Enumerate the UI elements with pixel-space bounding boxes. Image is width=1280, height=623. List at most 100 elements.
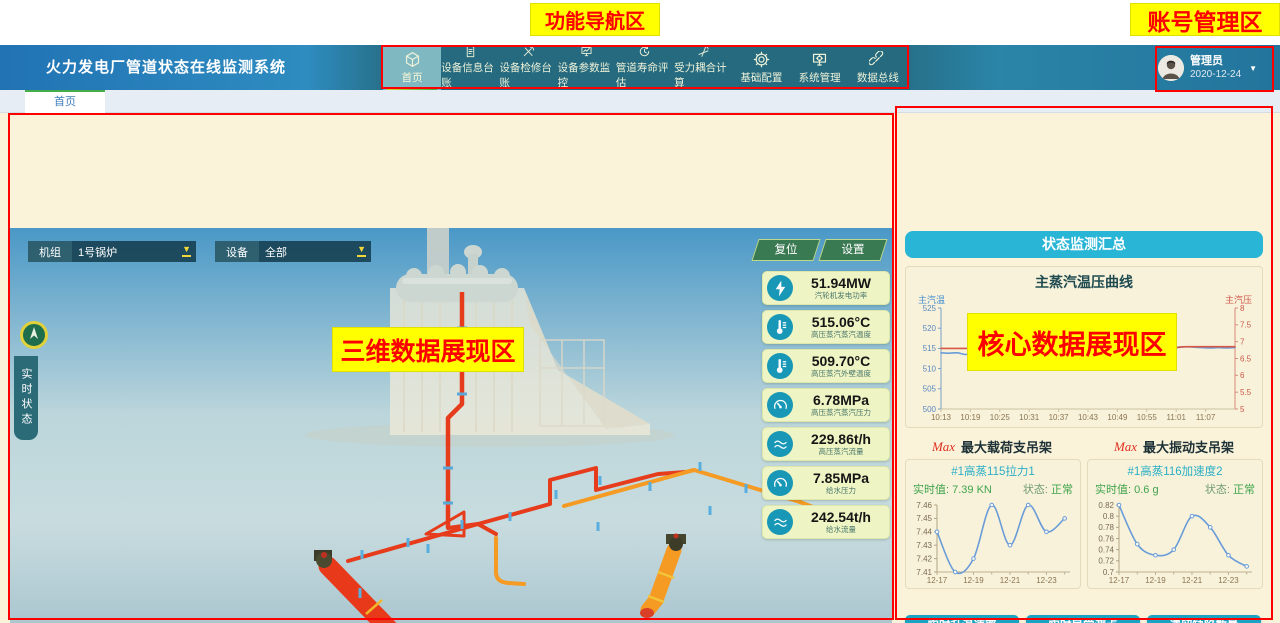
svg-text:10:19: 10:19 — [960, 413, 981, 422]
metric-card-steam-pressure[interactable]: 6.78MPa 高压蒸汽蒸汽压力 — [762, 388, 890, 422]
svg-text:7.5: 7.5 — [1240, 321, 1252, 330]
flow-icon — [767, 509, 793, 535]
nav-item-home[interactable]: 首页 — [383, 45, 441, 90]
svg-text:10:49: 10:49 — [1107, 413, 1128, 422]
svg-text:0.78: 0.78 — [1098, 523, 1114, 532]
chevron-down-icon: ▼ — [357, 244, 366, 257]
3d-viewport[interactable]: 机组 1号锅炉 ▼ 设备 全部 ▼ 实时状态 复位 设 — [10, 228, 892, 623]
svg-text:8: 8 — [1240, 304, 1245, 313]
metric-card-steam-temp[interactable]: 515.06°C 高压蒸汽蒸汽温度 — [762, 310, 890, 344]
hanger-card-title: #1高蒸115拉力1 — [906, 463, 1080, 479]
svg-text:6.5: 6.5 — [1240, 354, 1252, 363]
thermometer-icon — [767, 314, 793, 340]
stress-icon — [695, 45, 712, 58]
annotation-core-area: 核心数据展现区 — [967, 313, 1177, 371]
nav-item-label: 设备信息台账 — [441, 60, 499, 90]
metric-caption: 汽轮机发电功率 — [793, 292, 889, 300]
metric-caption: 高压蒸汽蒸汽温度 — [793, 331, 889, 339]
nav-item-databus[interactable]: 数据总线 — [849, 45, 907, 90]
main-nav: 首页 设备信息台账 设备检修台账 设备参数监控 管道寿命评估 受力耦合计算 基础… — [383, 45, 907, 90]
metric-card-steam-flow[interactable]: 229.86t/h 高压蒸汽流量 — [762, 427, 890, 461]
account-name: 管理员 — [1190, 55, 1241, 69]
gear-icon — [753, 51, 770, 68]
nav-item-label: 数据总线 — [857, 70, 899, 85]
svg-text:7.43: 7.43 — [916, 541, 932, 550]
metric-card-wall-temp[interactable]: 509.70°C 高压蒸汽外壁温度 — [762, 349, 890, 383]
ledger-icon — [462, 45, 479, 58]
svg-text:7.44: 7.44 — [916, 528, 932, 537]
tile-label: 实时升温速率 — [905, 615, 1019, 623]
nav-item-info[interactable]: 设备信息台账 — [441, 45, 499, 90]
lifespan-icon — [636, 45, 653, 58]
svg-text:12-17: 12-17 — [1109, 576, 1130, 584]
nav-item-label: 受力耦合计算 — [674, 60, 732, 90]
nav-item-repair[interactable]: 设备检修台账 — [499, 45, 557, 90]
realtime-status-tab[interactable]: 实时状态 — [14, 356, 38, 440]
svg-text:11:07: 11:07 — [1196, 413, 1216, 422]
device-label: 设备 — [215, 241, 259, 262]
metric-caption: 高压蒸汽流量 — [793, 448, 889, 456]
max-prefix: Max — [932, 439, 955, 455]
svg-text:10:37: 10:37 — [1049, 413, 1070, 422]
svg-text:0.72: 0.72 — [1098, 557, 1114, 566]
metric-card-water-flow[interactable]: 242.54t/h 给水流量 — [762, 505, 890, 539]
gauge-icon — [767, 392, 793, 418]
metric-caption: 给水压力 — [793, 487, 889, 495]
nav-item-label: 设备检修台账 — [499, 60, 557, 90]
svg-text:515: 515 — [923, 344, 937, 353]
account-date: 2020-12-24 — [1190, 69, 1241, 82]
metric-value: 51.94MW — [793, 276, 889, 291]
load-hanger-card: #1高蒸115拉力1 实时值: 7.39 KN 状态: 正常 7.417.427… — [905, 459, 1081, 589]
unit-dropdown[interactable]: 机组 1号锅炉 ▼ — [28, 241, 196, 262]
compass-icon[interactable] — [19, 320, 49, 350]
svg-text:10:31: 10:31 — [1019, 413, 1040, 422]
svg-text:520: 520 — [923, 324, 937, 333]
svg-text:12-19: 12-19 — [1145, 576, 1166, 584]
metric-value: 242.54t/h — [793, 510, 889, 525]
metric-card-power[interactable]: 51.94MW 汽轮机发电功率 — [762, 271, 890, 305]
svg-text:12-23: 12-23 — [1036, 576, 1057, 584]
tab-home[interactable]: 首页 — [25, 90, 105, 113]
unit-select[interactable]: 1号锅炉 ▼ — [72, 241, 196, 262]
device-select[interactable]: 全部 ▼ — [259, 241, 371, 262]
svg-text:505: 505 — [923, 385, 937, 394]
3d-pipeline-scene — [10, 228, 892, 623]
svg-text:7: 7 — [1240, 337, 1245, 346]
account-menu[interactable]: 管理员 2020-12-24 ▼ — [1158, 48, 1272, 88]
nav-item-config[interactable]: 基础配置 — [732, 45, 790, 90]
nav-item-system[interactable]: 系统管理 — [791, 45, 849, 90]
max-load-title: 最大载荷支吊架 — [961, 437, 1052, 456]
flow-icon — [767, 431, 793, 457]
reset-button[interactable]: 复位 — [751, 239, 820, 261]
status-summary-panel: 状态监测汇总 主蒸汽温压曲线 主汽温 主汽压 50050551051552052… — [897, 221, 1271, 623]
metric-card-water-pressure[interactable]: 7.85MPa 给水压力 — [762, 466, 890, 500]
metric-value: 229.86t/h — [793, 432, 889, 447]
svg-text:12-21: 12-21 — [1182, 576, 1203, 584]
summary-tile-temp-rate: 实时升温速率 0.21°C — [905, 615, 1019, 623]
metric-value: 7.85MPa — [793, 471, 889, 486]
tile-label: 遗留缺陷数量 — [1147, 615, 1261, 623]
svg-text:6: 6 — [1240, 371, 1245, 380]
device-dropdown[interactable]: 设备 全部 ▼ — [215, 241, 371, 262]
metric-value: 6.78MPa — [793, 393, 889, 408]
app-window: 功能导航区 账号管理区 火力发电厂管道状态在线监测系统 首页 设备信息台账 设备… — [0, 0, 1280, 623]
header-bar: 火力发电厂管道状态在线监测系统 首页 设备信息台账 设备检修台账 设备参数监控 … — [0, 45, 1280, 90]
hanger-card-title: #1高蒸116加速度2 — [1088, 463, 1262, 479]
unit-value: 1号锅炉 — [78, 244, 117, 260]
nav-item-stress[interactable]: 受力耦合计算 — [674, 45, 732, 90]
summary-tile-defects: 遗留缺陷数量 0 — [1147, 615, 1261, 623]
nav-item-params[interactable]: 设备参数监控 — [558, 45, 616, 90]
metric-caption: 给水流量 — [793, 526, 889, 534]
chevron-down-icon: ▼ — [182, 244, 191, 257]
nav-item-lifespan[interactable]: 管道寿命评估 — [616, 45, 674, 90]
nav-item-label: 首页 — [402, 70, 423, 85]
chevron-down-icon[interactable]: ▼ — [1249, 64, 1257, 73]
svg-text:0.74: 0.74 — [1098, 545, 1114, 554]
app-title: 火力发电厂管道状态在线监测系统 — [46, 45, 286, 90]
metric-caption: 高压蒸汽外壁温度 — [793, 370, 889, 378]
max-vibration-title: 最大振动支吊架 — [1143, 437, 1234, 456]
settings-button[interactable]: 设置 — [818, 239, 887, 261]
annotation-scene-area: 三维数据展现区 — [332, 327, 524, 372]
max-prefix: Max — [1114, 439, 1137, 455]
panel-title: 状态监测汇总 — [905, 231, 1263, 258]
